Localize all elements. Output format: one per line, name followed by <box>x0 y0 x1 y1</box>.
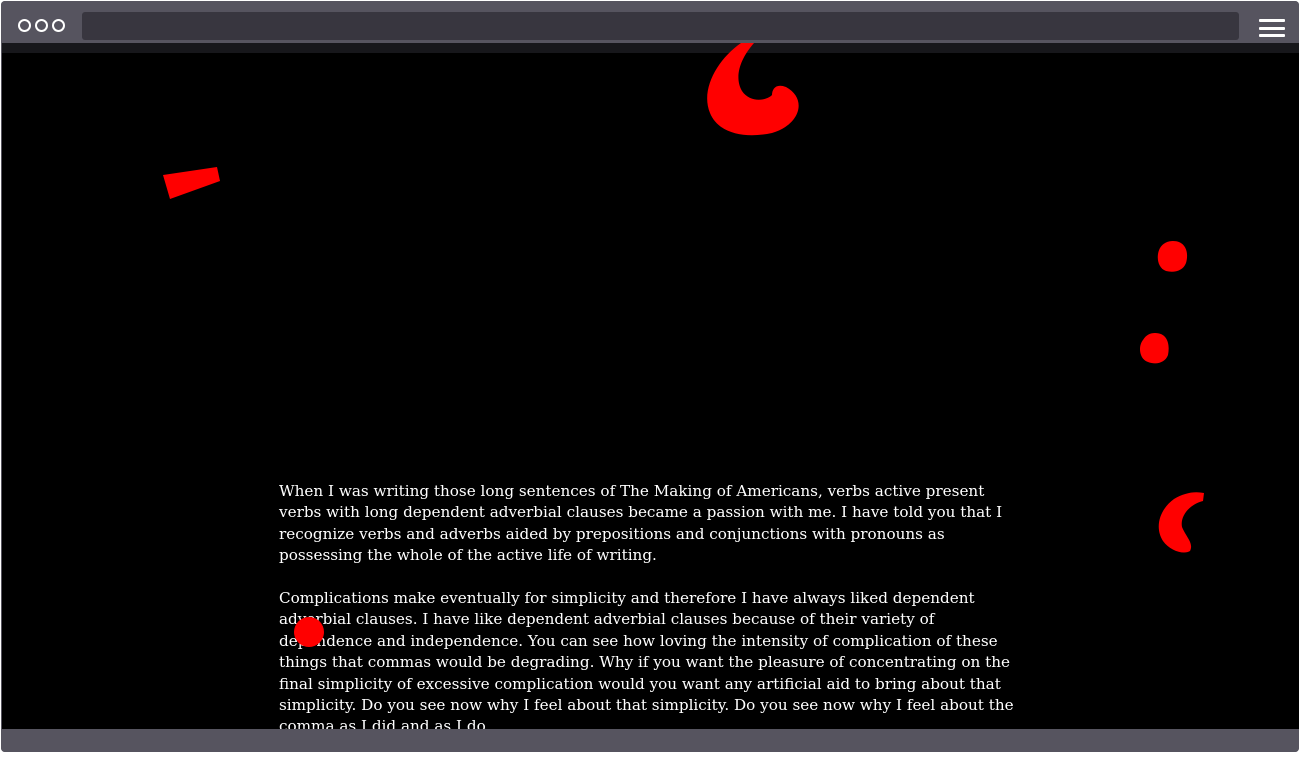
small-comma-mark <box>1158 492 1204 553</box>
colon-dot-lower <box>1140 333 1169 364</box>
menu-line <box>1259 19 1285 22</box>
menu-line <box>1259 34 1285 37</box>
window-dot-close[interactable] <box>18 19 31 32</box>
window-dot-maximize[interactable] <box>52 19 65 32</box>
comma-mark <box>707 43 799 136</box>
browser-titlebar <box>1 1 1299 43</box>
article-text: When I was writing those long sentences … <box>279 481 1029 729</box>
browser-bottombar <box>1 729 1299 752</box>
wedge-mark <box>163 167 220 199</box>
address-bar[interactable] <box>82 12 1239 40</box>
article-paragraph-2: Complications make eventually for simpli… <box>279 589 1014 729</box>
page-viewport: When I was writing those long sentences … <box>2 43 1299 729</box>
window-dot-minimize[interactable] <box>35 19 48 32</box>
viewport-top-shade <box>2 43 1299 53</box>
hamburger-menu-icon[interactable] <box>1259 19 1285 37</box>
colon-dot-upper <box>1157 241 1188 272</box>
menu-line <box>1259 26 1285 30</box>
window-controls <box>18 19 65 32</box>
browser-window: When I was writing those long sentences … <box>1 1 1299 752</box>
article-paragraph-1: When I was writing those long sentences … <box>279 482 1003 565</box>
